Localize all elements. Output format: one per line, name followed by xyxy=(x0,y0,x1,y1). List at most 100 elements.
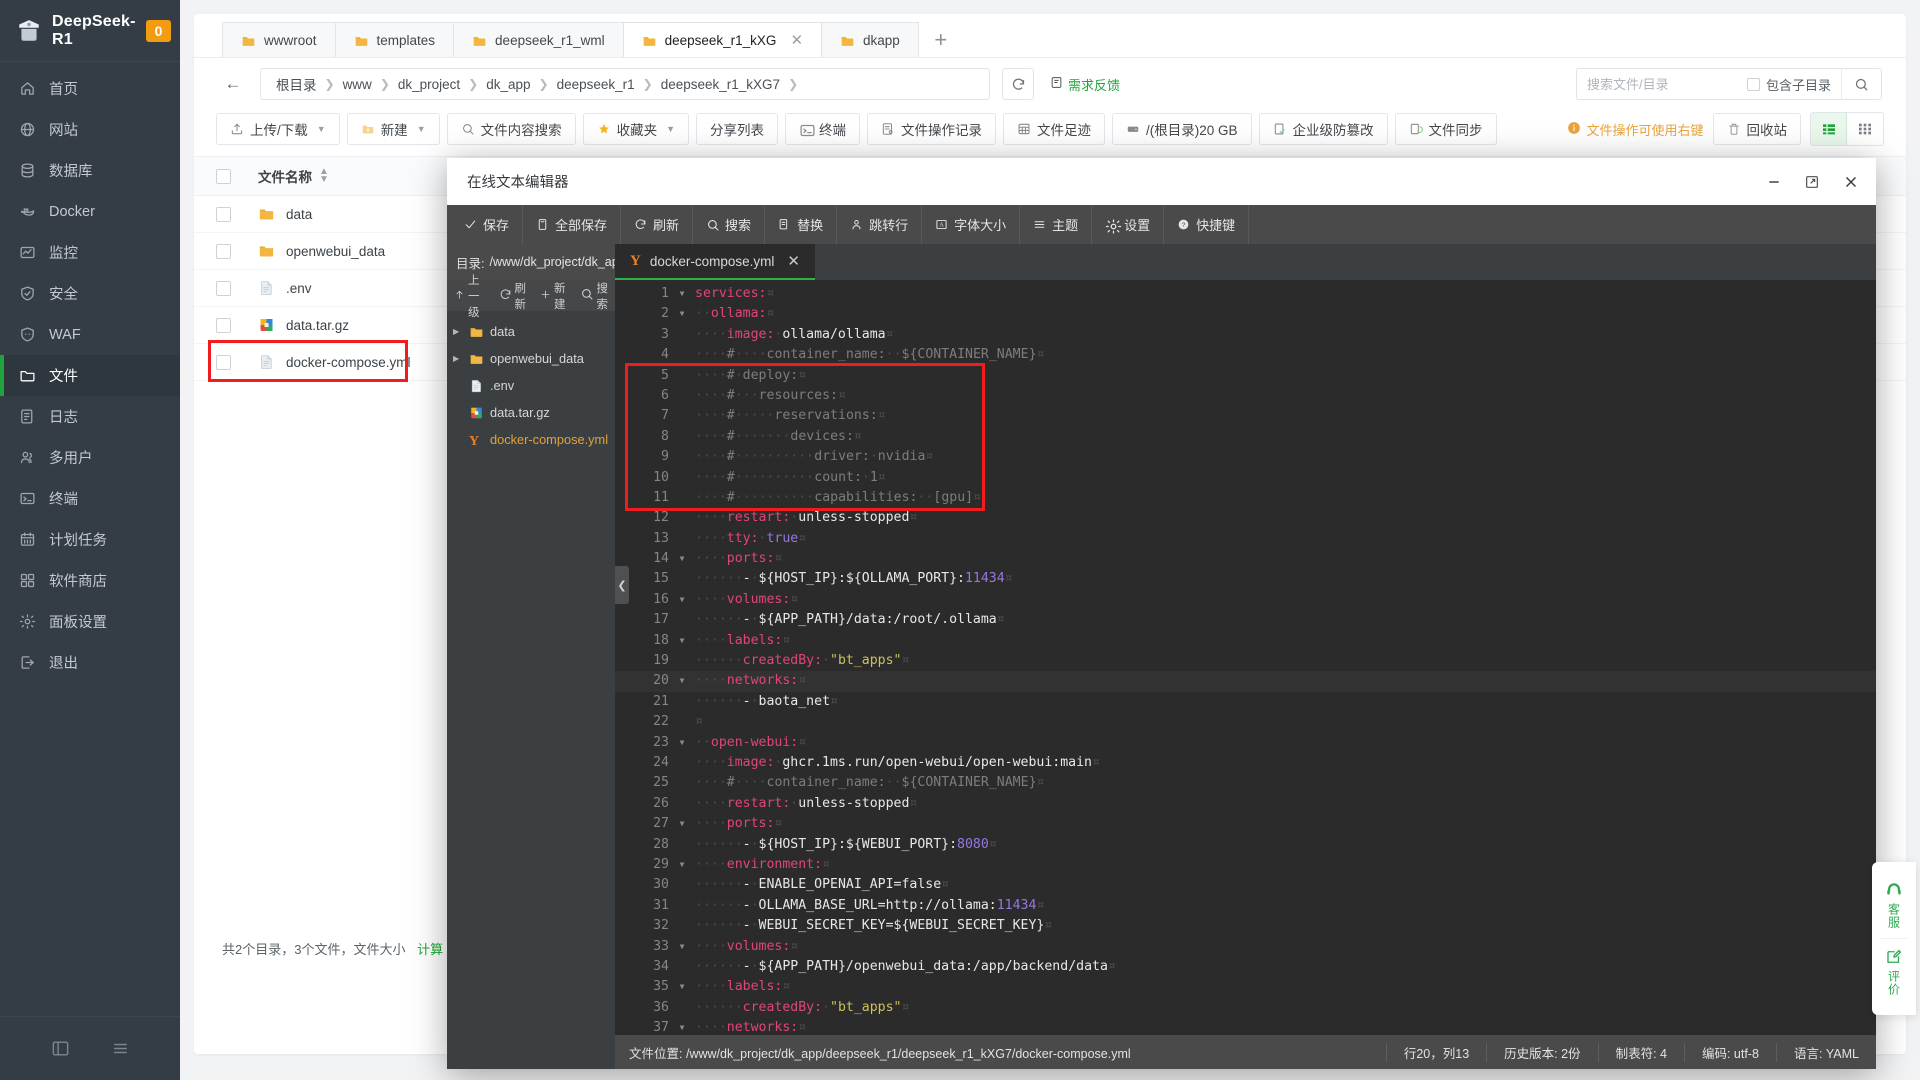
row-checkbox[interactable] xyxy=(216,207,231,222)
code-line-16[interactable]: 16▼····volumes:¤ xyxy=(615,590,1876,610)
code-line-31[interactable]: 31······-·OLLAMA_BASE_URL=http://ollama:… xyxy=(615,896,1876,916)
sidebar-item-15[interactable]: 退出 xyxy=(0,642,180,683)
breadcrumb-item-2[interactable]: www xyxy=(340,77,375,92)
status-language[interactable]: 语言: YAML xyxy=(1776,1043,1876,1062)
fold-toggle-icon[interactable]: ▼ xyxy=(675,284,689,304)
code-line-8[interactable]: 8····#·······devices:¤ xyxy=(615,427,1876,447)
sidebar-item-5[interactable]: 监控 xyxy=(0,232,180,273)
code-line-35[interactable]: 35▼····labels:¤ xyxy=(615,977,1876,997)
row-checkbox[interactable] xyxy=(216,355,231,370)
directory-tab-5[interactable]: dkapp xyxy=(821,22,919,57)
toolbar-button-9[interactable]: /(根目录)20 GB xyxy=(1112,113,1252,145)
breadcrumb[interactable]: 根目录❯www❯dk_project❯dk_app❯deepseek_r1❯de… xyxy=(260,68,990,100)
editor-open-file-tab[interactable]: Y docker-compose.yml ✕ xyxy=(615,244,815,280)
back-button[interactable]: ← xyxy=(218,69,248,99)
rail-item-support[interactable]: 客服 xyxy=(1872,872,1916,938)
editor-toolbar-button-4[interactable]: 搜索 xyxy=(693,205,765,244)
toolbar-button-1[interactable]: 上传/下载▼ xyxy=(216,113,340,145)
list-view-icon[interactable] xyxy=(1811,113,1847,145)
fold-toggle-icon[interactable]: ▼ xyxy=(675,977,689,997)
chevron-right-icon[interactable]: ▶ xyxy=(453,327,463,336)
toolbar-button-2[interactable]: 新建▼ xyxy=(347,113,440,145)
code-line-26[interactable]: 26····restart:·unless-stopped¤ xyxy=(615,794,1876,814)
add-tab-button[interactable]: + xyxy=(919,22,963,57)
code-line-17[interactable]: 17······-·${APP_PATH}/data:/root/.ollama… xyxy=(615,610,1876,630)
directory-tab-3[interactable]: deepseek_r1_wml xyxy=(453,22,624,57)
toolbar-button-10[interactable]: 企业级防篡改 xyxy=(1259,113,1388,145)
recycle-bin-button[interactable]: 回收站 xyxy=(1713,113,1802,145)
code-line-13[interactable]: 13····tty:·true¤ xyxy=(615,529,1876,549)
code-line-36[interactable]: 36······createdBy:·"bt_apps"¤ xyxy=(615,998,1876,1018)
fold-toggle-icon[interactable]: ▼ xyxy=(675,733,689,753)
status-history[interactable]: 历史版本: 2份 xyxy=(1486,1043,1597,1062)
file-name-cell[interactable]: openwebui_data xyxy=(258,243,385,259)
code-line-11[interactable]: 11····#··········capabilities:··[gpu]¤ xyxy=(615,488,1876,508)
code-line-23[interactable]: 23▼··open-webui:¤ xyxy=(615,733,1876,753)
editor-tree-op-2[interactable]: 刷新 xyxy=(492,280,534,312)
editor-toolbar-button-10[interactable]: ?快捷键 xyxy=(1164,205,1249,244)
breadcrumb-item-1[interactable]: 根目录 xyxy=(273,74,320,94)
collapse-icon[interactable] xyxy=(51,1039,70,1058)
status-encoding[interactable]: 编码: utf-8 xyxy=(1684,1043,1776,1062)
code-line-19[interactable]: 19······createdBy:·"bt_apps"¤ xyxy=(615,651,1876,671)
chevron-right-icon[interactable]: ▶ xyxy=(453,354,463,363)
editor-tree-op-3[interactable]: 新建 xyxy=(533,280,573,312)
toolbar-button-4[interactable]: 收藏夹▼ xyxy=(583,113,689,145)
tree-collapse-handle[interactable]: ❮ xyxy=(615,566,629,604)
code-line-21[interactable]: 21······-·baota_net¤ xyxy=(615,692,1876,712)
editor-tree-node-5[interactable]: Ydocker-compose.yml xyxy=(447,426,615,453)
minimize-icon[interactable] xyxy=(1766,174,1782,190)
sidebar-item-12[interactable]: 计划任务 xyxy=(0,519,180,560)
sidebar-brand[interactable]: DeepSeek-R1 0 xyxy=(0,0,180,62)
code-line-18[interactable]: 18▼····labels:¤ xyxy=(615,631,1876,651)
sidebar-item-8[interactable]: 文件 xyxy=(0,355,180,396)
code-line-24[interactable]: 24····image:·ghcr.1ms.run/open-webui/ope… xyxy=(615,753,1876,773)
select-all-checkbox[interactable] xyxy=(216,169,231,184)
close-icon[interactable]: ✕ xyxy=(790,33,803,48)
fold-toggle-icon[interactable]: ▼ xyxy=(675,671,689,691)
sidebar-item-4[interactable]: Docker xyxy=(0,191,180,232)
sort-icon[interactable]: ▲▼ xyxy=(319,168,329,184)
file-name-cell[interactable]: .env xyxy=(258,280,312,296)
sidebar-notification-badge[interactable]: 0 xyxy=(146,20,172,42)
code-line-3[interactable]: 3····image:·ollama/ollama¤ xyxy=(615,325,1876,345)
editor-tree-node-1[interactable]: ▶data xyxy=(447,318,615,345)
code-line-2[interactable]: 2▼··ollama:¤ xyxy=(615,304,1876,324)
code-line-12[interactable]: 12····restart:·unless-stopped¤ xyxy=(615,508,1876,528)
toolbar-button-3[interactable]: 文件内容搜索 xyxy=(447,113,576,145)
toolbar-button-8[interactable]: 文件足迹 xyxy=(1003,113,1105,145)
breadcrumb-item-6[interactable]: deepseek_r1_kXG7 xyxy=(658,77,783,92)
include-subdir-checkbox[interactable]: 包含子目录 xyxy=(1737,75,1841,94)
code-line-4[interactable]: 4····#····container_name:··${CONTAINER_N… xyxy=(615,345,1876,365)
fold-toggle-icon[interactable]: ▼ xyxy=(675,304,689,324)
code-line-34[interactable]: 34······-·${APP_PATH}/openwebui_data:/ap… xyxy=(615,957,1876,977)
directory-tab-4[interactable]: deepseek_r1_kXG✕ xyxy=(623,22,822,57)
code-line-10[interactable]: 10····#··········count:·1¤ xyxy=(615,468,1876,488)
feedback-link[interactable]: 需求反馈 xyxy=(1050,75,1120,94)
code-line-5[interactable]: 5····#·deploy:¤ xyxy=(615,366,1876,386)
toolbar-button-11[interactable]: 文件同步 xyxy=(1395,113,1497,145)
file-name-cell[interactable]: docker-compose.yml xyxy=(258,354,411,370)
fold-toggle-icon[interactable]: ▼ xyxy=(675,549,689,569)
editor-tree-op-4[interactable]: 搜索 xyxy=(573,280,616,312)
directory-tab-1[interactable]: wwwroot xyxy=(222,22,336,57)
editor-toolbar-button-6[interactable]: 跳转行 xyxy=(837,205,922,244)
editor-tree-node-2[interactable]: ▶openwebui_data xyxy=(447,345,615,372)
close-icon[interactable]: ✕ xyxy=(787,252,800,270)
sidebar-item-1[interactable]: 首页 xyxy=(0,68,180,109)
breadcrumb-item-3[interactable]: dk_project xyxy=(395,77,463,92)
code-line-15[interactable]: 15······-·${HOST_IP}:${OLLAMA_PORT}:1143… xyxy=(615,569,1876,589)
file-name-cell[interactable]: data.tar.gz xyxy=(258,317,349,333)
editor-toolbar-button-5[interactable]: 替换 xyxy=(765,205,837,244)
sidebar-item-13[interactable]: 软件商店 xyxy=(0,560,180,601)
menu-icon[interactable] xyxy=(111,1039,130,1058)
breadcrumb-item-5[interactable]: deepseek_r1 xyxy=(554,77,638,92)
row-checkbox[interactable] xyxy=(216,244,231,259)
code-line-32[interactable]: 32······-·WEBUI_SECRET_KEY=${WEBUI_SECRE… xyxy=(615,916,1876,936)
code-line-27[interactable]: 27▼····ports:¤ xyxy=(615,814,1876,834)
code-line-20[interactable]: 20▼····networks:¤ xyxy=(615,671,1876,691)
column-filename[interactable]: 文件名称 ▲▼ xyxy=(258,166,329,186)
sidebar-item-9[interactable]: 日志 xyxy=(0,396,180,437)
code-line-30[interactable]: 30······-·ENABLE_OPENAI_API=false¤ xyxy=(615,875,1876,895)
fold-toggle-icon[interactable]: ▼ xyxy=(675,814,689,834)
